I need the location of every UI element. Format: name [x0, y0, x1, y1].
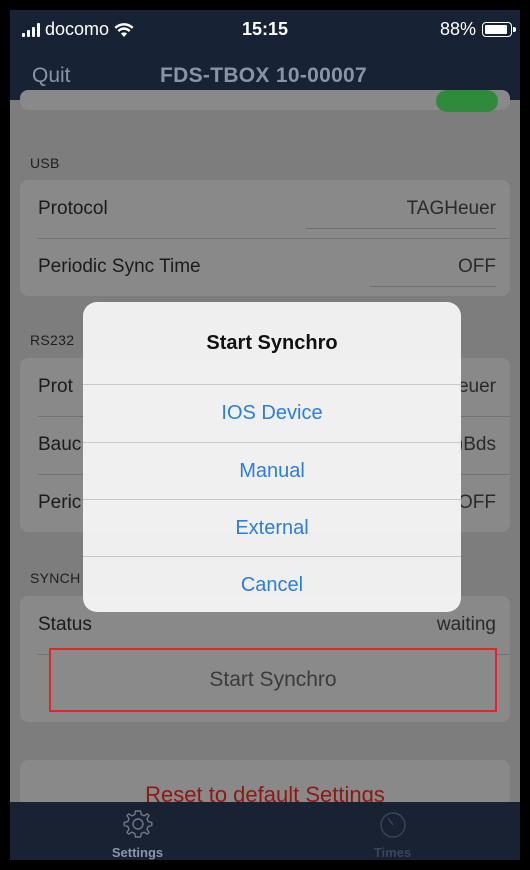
usb-periodic-sync-row[interactable]: Periodic Sync Time OFF: [20, 238, 510, 296]
usb-protocol-row[interactable]: Protocol TAGHeuer: [20, 180, 510, 238]
usb-card: Protocol TAGHeuer Periodic Sync Time OFF: [20, 180, 510, 296]
external-option[interactable]: External: [83, 500, 461, 557]
row-label: Status: [38, 614, 92, 635]
alert-title: Start Synchro: [206, 332, 338, 354]
manual-option[interactable]: Manual: [83, 443, 461, 500]
status-value: waiting: [436, 614, 496, 635]
row-value: TAGHeuer: [406, 198, 496, 219]
row-value: OFF: [458, 256, 496, 277]
tab-settings[interactable]: Settings: [10, 802, 265, 860]
quit-button[interactable]: Quit: [32, 64, 71, 88]
row-label: Protocol: [38, 198, 108, 219]
section-label-usb: USB: [30, 155, 60, 171]
tab-label: Settings: [111, 845, 164, 860]
battery-percent: 88%: [439, 19, 476, 39]
status-right: 88%: [439, 19, 516, 40]
start-synchro-button[interactable]: Start Synchro: [49, 648, 497, 712]
value-underline: [306, 228, 496, 229]
ios-device-option[interactable]: IOS Device: [83, 385, 461, 442]
row-label: Peric: [38, 492, 82, 513]
top-card: [20, 90, 510, 112]
row-label: Periodic Sync Time: [38, 256, 201, 277]
phone-screen: docomo 15:15 88% Quit FDS-TBOX 10-00007 …: [10, 10, 520, 860]
row-label: Prot: [38, 376, 73, 397]
gear-icon: [123, 810, 152, 838]
value-underline: [370, 286, 496, 287]
row-label: Bauc: [38, 434, 82, 455]
start-synchro-label: Start Synchro: [209, 668, 337, 691]
tab-bar: Settings Times: [10, 802, 520, 860]
section-label-synchro: SYNCH: [30, 570, 81, 586]
section-label-rs232: RS232: [30, 332, 75, 348]
tab-label: Times: [373, 845, 412, 860]
battery-icon: [482, 22, 516, 37]
tab-times[interactable]: Times: [265, 802, 520, 860]
start-synchro-alert: Start Synchro IOS Device Manual External…: [83, 302, 461, 612]
cancel-option[interactable]: Cancel: [83, 557, 461, 612]
row-value: )Bds: [456, 434, 496, 455]
stopwatch-icon: [379, 812, 406, 838]
row-value: OFF: [458, 492, 496, 513]
page-title: FDS-TBOX 10-00007: [160, 64, 368, 87]
row-value: euer: [457, 376, 496, 397]
status-bar: docomo 15:15 88%: [10, 10, 520, 50]
toggle-switch[interactable]: [436, 90, 498, 112]
